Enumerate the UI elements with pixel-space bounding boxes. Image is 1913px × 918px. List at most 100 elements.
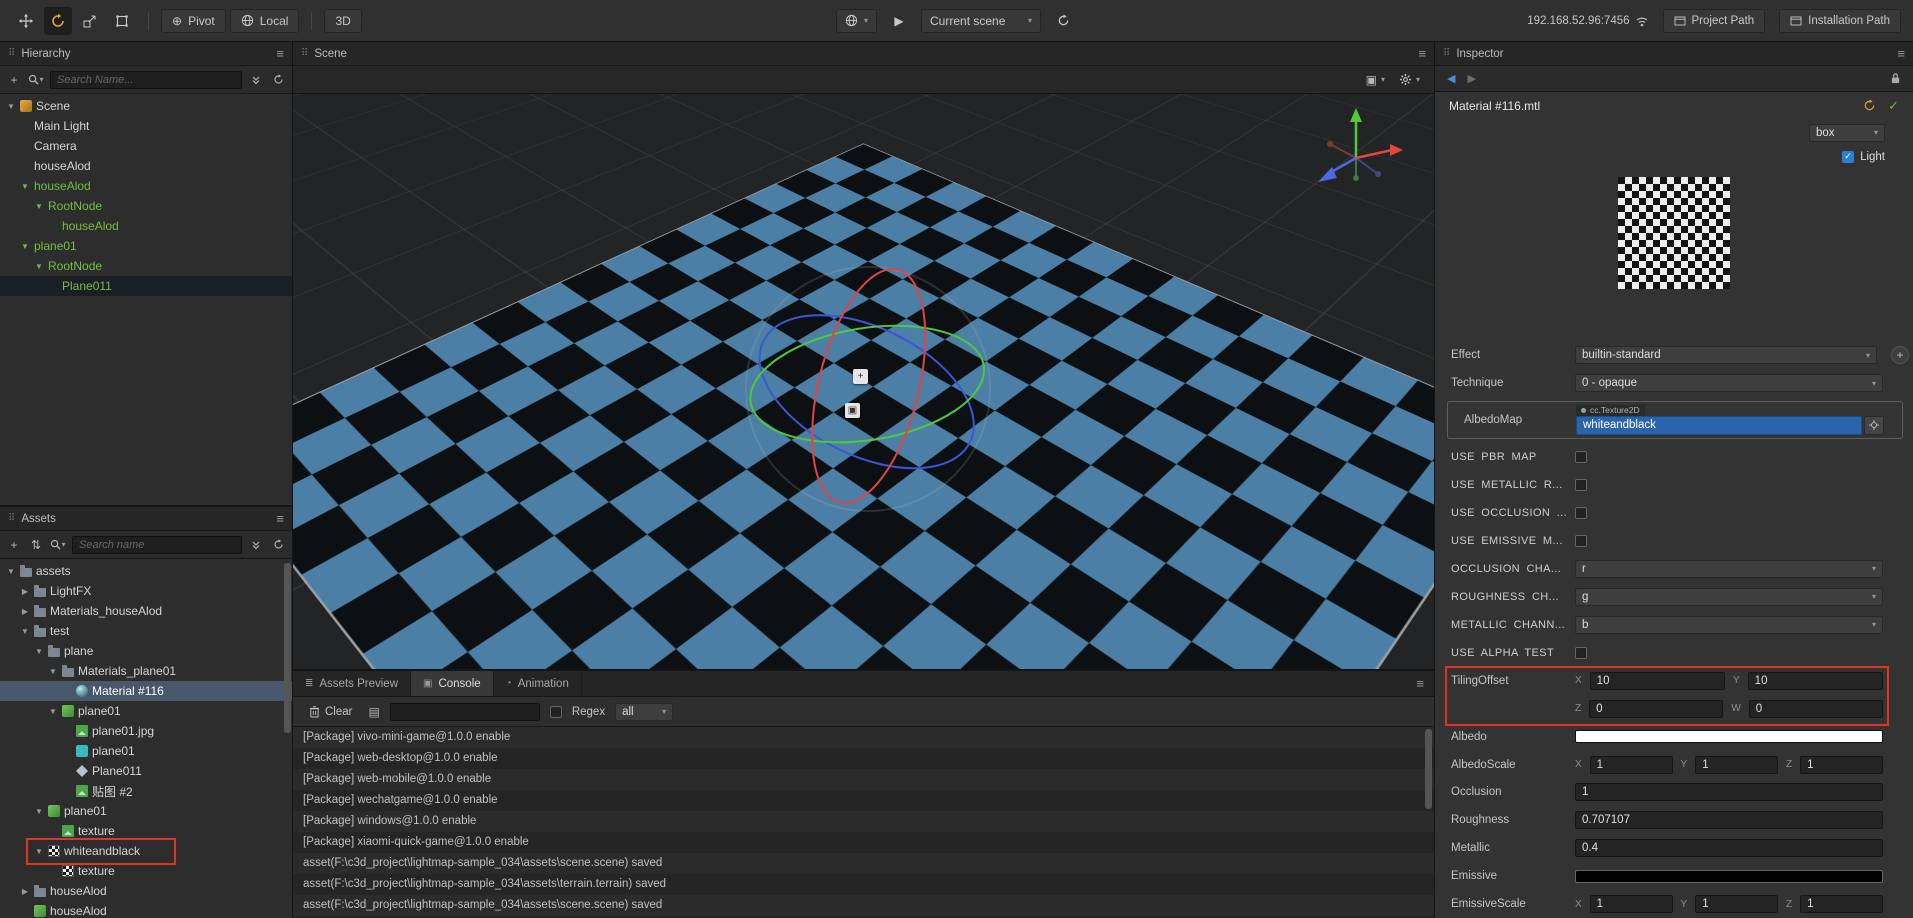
regex-checkbox[interactable] (550, 706, 562, 718)
refresh-scene-button[interactable] (1049, 7, 1077, 35)
panel-menu-icon[interactable]: ≡ (276, 46, 284, 61)
hierarchy-tree-row[interactable]: ▼ Scene (0, 96, 292, 116)
albedo-map-reference[interactable]: whiteandblack (1576, 416, 1862, 435)
log-line[interactable]: [Package] web-mobile@1.0.0 enable (293, 769, 1434, 790)
texture-picker-button[interactable] (1864, 416, 1884, 435)
emissive-scale-z-input[interactable] (1800, 895, 1883, 913)
roughness-input[interactable] (1575, 811, 1883, 829)
expand-arrow-icon[interactable]: ▼ (20, 627, 30, 636)
expand-arrow-icon[interactable]: ▼ (6, 102, 16, 111)
emissive-color-swatch[interactable] (1575, 870, 1883, 883)
collapse-all-button[interactable] (248, 75, 264, 85)
tiling-x-input[interactable] (1590, 672, 1725, 690)
effect-select[interactable]: builtin-standard ▾ (1575, 346, 1877, 364)
albedo-scale-y-input[interactable] (1695, 756, 1778, 774)
technique-select[interactable]: 0 - opaque ▾ (1575, 374, 1883, 392)
asset-tree-row[interactable]: Plane011 (0, 761, 292, 781)
refresh-assets-button[interactable] (270, 539, 286, 550)
checkbox[interactable] (1575, 507, 1587, 519)
log-line[interactable]: [Package] web-desktop@1.0.0 enable (293, 748, 1434, 769)
log-line[interactable]: [Package] xiaomi-quick-game@1.0.0 enable (293, 832, 1434, 853)
asset-tree-row[interactable]: houseAlod (0, 901, 292, 918)
asset-tree-row[interactable]: ▼ plane01 (0, 701, 292, 721)
scene-select[interactable]: Current scene ▾ (921, 9, 1041, 33)
assets-scrollbar[interactable] (284, 563, 291, 733)
asset-tree-row[interactable]: Material #116 (0, 681, 292, 701)
panel-menu-icon[interactable]: ≡ (1897, 46, 1905, 61)
tiling-y-input[interactable] (1748, 672, 1883, 690)
dimension-toggle-button[interactable]: 3D (324, 9, 361, 33)
expand-arrow-icon[interactable]: ▼ (6, 567, 16, 576)
camera-view-button[interactable]: ▣ ▾ (1366, 73, 1385, 87)
expand-arrow-icon[interactable]: ▼ (34, 847, 44, 856)
rotation-gizmo[interactable] (743, 264, 993, 514)
channel-select[interactable]: g ▾ (1575, 588, 1883, 606)
checkbox[interactable] (1575, 535, 1587, 547)
search-filter-button[interactable]: ▾ (28, 74, 44, 85)
expand-arrow-icon[interactable]: ▼ (20, 242, 30, 251)
hierarchy-tree-row[interactable]: Camera (0, 136, 292, 156)
history-forward-button[interactable]: ▶ (1467, 72, 1475, 85)
hierarchy-search-input[interactable] (50, 71, 242, 89)
scene-settings-button[interactable]: ▾ (1399, 73, 1420, 86)
expand-arrow-icon[interactable]: ▼ (34, 807, 44, 816)
assets-search-input[interactable] (72, 536, 242, 554)
light-checkbox[interactable]: ✓ (1842, 151, 1854, 163)
local-button[interactable]: Local (230, 9, 300, 33)
checkbox[interactable] (1575, 479, 1587, 491)
expand-arrow-icon[interactable]: ▶ (20, 607, 30, 616)
hierarchy-tree-row[interactable]: Plane011 (0, 276, 292, 296)
asset-tree-row[interactable]: ▼ assets (0, 561, 292, 581)
log-line[interactable]: asset(F:\c3d_project\lightmap-sample_034… (293, 874, 1434, 895)
asset-tree-row[interactable]: ▶ Materials_houseAlod (0, 601, 292, 621)
apply-check-icon[interactable]: ✓ (1888, 98, 1899, 114)
clear-console-button[interactable]: Clear (303, 704, 358, 719)
albedo-scale-x-input[interactable] (1590, 756, 1673, 774)
rotate-tool-button[interactable] (44, 7, 72, 35)
expand-arrow-icon[interactable]: ▼ (34, 202, 44, 211)
occlusion-input[interactable] (1575, 783, 1883, 801)
channel-select[interactable]: b ▾ (1575, 616, 1883, 634)
log-line[interactable]: [Package] vivo-mini-game@1.0.0 enable (293, 727, 1434, 748)
hierarchy-tree-row[interactable]: ▼ RootNode (0, 196, 292, 216)
asset-tree-row[interactable]: ▼ plane (0, 641, 292, 661)
expand-arrow-icon[interactable]: ▼ (48, 667, 58, 676)
history-back-button[interactable]: ◀ (1447, 72, 1455, 85)
log-line[interactable]: asset(F:\c3d_project\lightmap-sample_034… (293, 895, 1434, 916)
orientation-gizmo[interactable] (1306, 104, 1406, 204)
hierarchy-tree-row[interactable]: ▼ RootNode (0, 256, 292, 276)
asset-tree-row[interactable]: ▼ Materials_plane01 (0, 661, 292, 681)
albedo-scale-z-input[interactable] (1800, 756, 1883, 774)
lock-inspector-button[interactable] (1890, 72, 1901, 85)
gizmo-handle[interactable]: ▣ (845, 403, 860, 418)
asset-tree-row[interactable]: ▼ test (0, 621, 292, 641)
tab-assets-preview[interactable]: ≣ Assets Preview (293, 671, 411, 696)
channel-select[interactable]: r ▾ (1575, 560, 1883, 578)
refresh-hierarchy-button[interactable] (270, 74, 286, 85)
expand-arrow-icon[interactable]: ▶ (20, 587, 30, 596)
panel-menu-icon[interactable]: ≡ (1418, 46, 1426, 61)
move-tool-button[interactable] (12, 7, 40, 35)
preview-shape-select[interactable]: box ▾ (1809, 124, 1885, 142)
panel-menu-icon[interactable]: ≡ (276, 511, 284, 526)
asset-tree-row[interactable]: texture (0, 821, 292, 841)
play-button[interactable]: ▶ (885, 7, 913, 35)
emissive-scale-y-input[interactable] (1695, 895, 1778, 913)
hierarchy-tree-row[interactable]: ▼ plane01 (0, 236, 292, 256)
scene-viewport[interactable]: + ▣ (293, 94, 1434, 669)
log-line[interactable]: [Package] windows@1.0.0 enable (293, 811, 1434, 832)
alpha-test-checkbox[interactable] (1575, 647, 1587, 659)
expand-arrow-icon[interactable]: ▼ (48, 707, 58, 716)
asset-tree-row[interactable]: plane01.jpg (0, 721, 292, 741)
rect-tool-button[interactable] (108, 7, 136, 35)
console-scrollbar[interactable] (1425, 729, 1432, 809)
expand-arrow-icon[interactable]: ▶ (20, 887, 30, 896)
emissive-scale-x-input[interactable] (1590, 895, 1673, 913)
hierarchy-tree-row[interactable]: houseAlod (0, 156, 292, 176)
search-filter-button[interactable]: ▾ (50, 539, 66, 550)
console-search-input[interactable] (390, 703, 540, 721)
sort-assets-button[interactable]: ⇅ (28, 538, 44, 552)
asset-tree-row[interactable]: ▼ whiteandblack (0, 841, 292, 861)
expand-arrow-icon[interactable]: ▼ (20, 182, 30, 191)
reimport-icon[interactable] (1863, 99, 1876, 112)
